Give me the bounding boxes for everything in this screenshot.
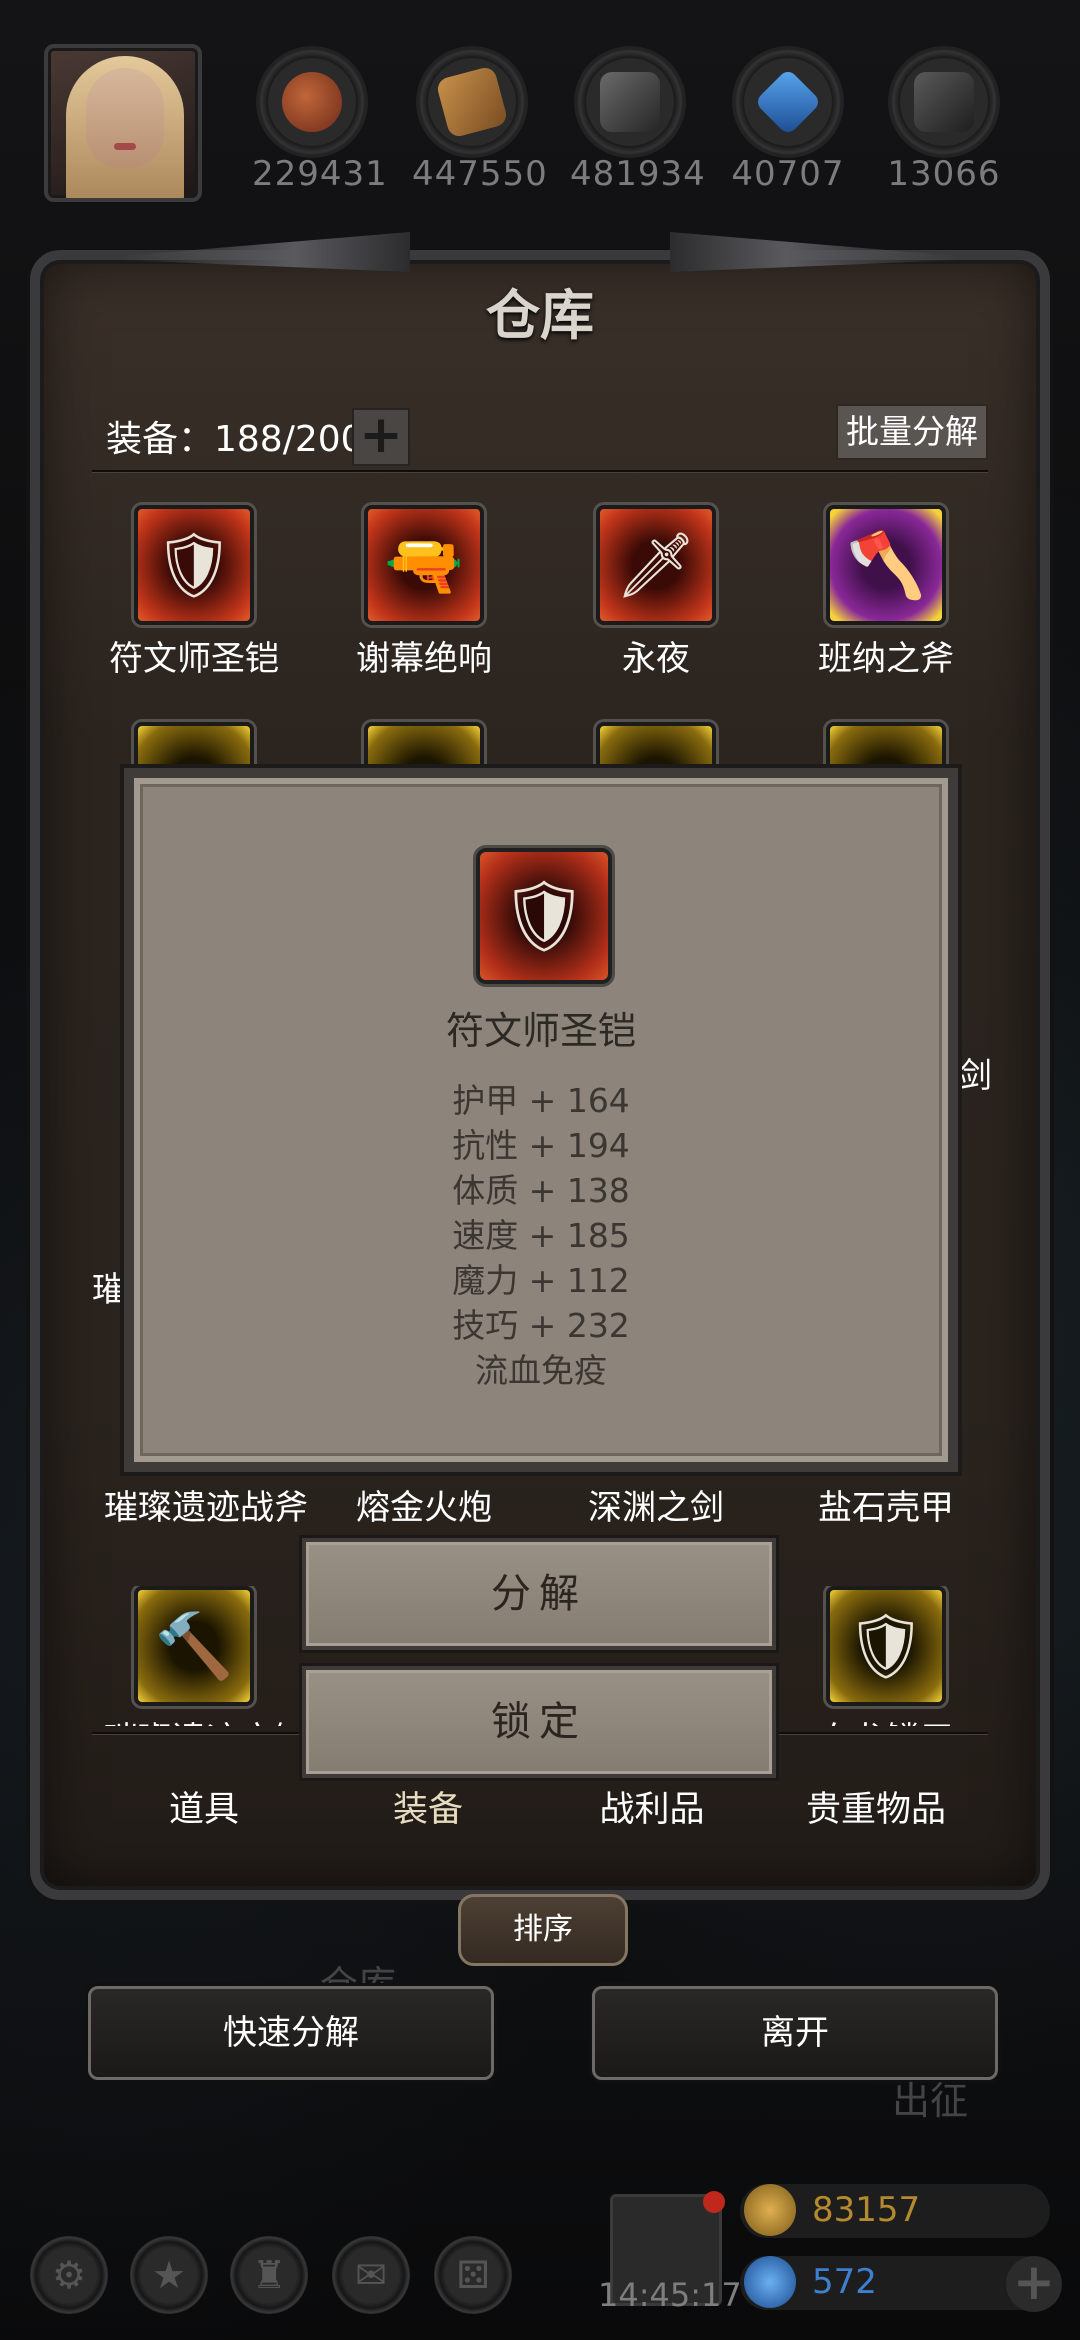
- item-name: 血龙鳞甲: [796, 1712, 976, 1726]
- batch-decompose-button[interactable]: 批量分解: [836, 404, 988, 460]
- item-name: 熔金火炮: [356, 1488, 492, 1528]
- tab-props[interactable]: 道具: [92, 1780, 316, 1840]
- category-tabs: 道具 装备 战利品 贵重物品: [92, 1780, 988, 1840]
- gem-icon: [744, 2256, 796, 2308]
- add-gems-button[interactable]: +: [1006, 2256, 1062, 2312]
- item-slot[interactable]: 盐石壳甲: [796, 1474, 976, 1529]
- gold-amount: 83157: [812, 2190, 921, 2230]
- dagger-icon: 🗡: [615, 528, 697, 603]
- clock: 14:45:17: [598, 2276, 742, 2314]
- resource-steel: 13066: [884, 46, 1004, 194]
- notification-dot: [703, 2191, 725, 2213]
- item-slot[interactable]: 🛡 符文师圣铠: [104, 505, 284, 680]
- item-name: 永夜: [622, 639, 690, 679]
- resource-value: 13066: [887, 154, 1001, 194]
- panel-title: 仓库: [486, 283, 594, 347]
- item-name: 班纳之斧: [818, 639, 954, 679]
- item-frame: 🗡: [596, 505, 716, 625]
- item-frame: 🔫: [364, 505, 484, 625]
- hammer-icon: 🔨: [154, 1609, 234, 1684]
- item-name: 璀璨遗迹战斧: [104, 1488, 308, 1528]
- item-frame: 🔨: [134, 1586, 254, 1706]
- item-frame: 🛡: [826, 1586, 946, 1706]
- scale-armor-icon: 🛡: [845, 1609, 927, 1684]
- item-slot[interactable]: 🗡 永夜: [566, 505, 746, 680]
- steel-icon: [914, 72, 974, 132]
- stat-line: 魔力 + 112: [452, 1261, 630, 1300]
- item-name: 盐石壳甲: [818, 1488, 954, 1528]
- revolver-icon: 🔫: [384, 528, 464, 603]
- armor-icon: 🛡: [153, 528, 235, 603]
- castle-icon[interactable]: ♜: [230, 2236, 308, 2314]
- item-frame: 🛡: [476, 848, 612, 984]
- item-slot[interactable]: 熔金火炮: [334, 1474, 514, 1529]
- resource-value: 40707: [731, 154, 845, 194]
- resource-value: 229431: [252, 154, 388, 194]
- hidden-item-label: 剑: [958, 1056, 992, 1096]
- resource-wood: 447550: [412, 46, 548, 194]
- resource-crystal: 40707: [728, 46, 848, 194]
- gem-amount: 572: [812, 2262, 877, 2302]
- settings-icon[interactable]: ⚙: [30, 2236, 108, 2314]
- background-label: 出征: [892, 2079, 969, 2123]
- axe-icon: 🪓: [846, 528, 926, 603]
- resource-meat: 229431: [252, 46, 388, 194]
- item-frame: 🛡: [134, 505, 254, 625]
- stat-line: 抗性 + 194: [452, 1126, 630, 1165]
- item-name: 璀璨遗迹方锤: [104, 1712, 284, 1726]
- item-slot[interactable]: 🔫 谢幕绝响: [334, 505, 514, 680]
- lock-button[interactable]: 锁定: [302, 1666, 776, 1778]
- stat-line: 技巧 + 232: [452, 1306, 630, 1345]
- tab-equipment[interactable]: 装备: [316, 1780, 540, 1840]
- item-name: 深渊之剑: [588, 1488, 724, 1528]
- star-icon[interactable]: ★: [130, 2236, 208, 2314]
- item-name: 符文师圣铠: [109, 639, 279, 679]
- expand-capacity-button[interactable]: +: [352, 408, 410, 466]
- stat-line: 速度 + 185: [452, 1216, 630, 1255]
- item-slot[interactable]: 🪓 班纳之斧: [796, 505, 976, 680]
- sort-button[interactable]: 排序: [458, 1894, 628, 1966]
- item-slot[interactable]: 🔨 璀璨遗迹方锤: [104, 1586, 284, 1726]
- popup-item-name: 符文师圣铠: [445, 1009, 636, 1053]
- stat-line: 体质 + 138: [452, 1171, 630, 1210]
- item-detail-popup: 🛡 符文师圣铠 护甲 + 164 抗性 + 194 体质 + 138 速度 + …: [124, 768, 958, 1472]
- divider: [92, 470, 988, 472]
- item-slot[interactable]: 深渊之剑: [566, 1474, 746, 1529]
- resource-iron: 481934: [570, 46, 706, 194]
- resource-value: 447550: [412, 154, 548, 194]
- mail-icon[interactable]: ✉: [332, 2236, 410, 2314]
- item-stats: 护甲 + 164 抗性 + 194 体质 + 138 速度 + 185 魔力 +…: [134, 1078, 948, 1393]
- equipment-capacity: 装备：188/200: [106, 419, 364, 460]
- item-slot[interactable]: 璀璨遗迹战斧: [104, 1474, 308, 1529]
- item-frame: 🪓: [826, 505, 946, 625]
- resource-value: 481934: [570, 154, 706, 194]
- iron-icon: [600, 72, 660, 132]
- stat-line: 护甲 + 164: [452, 1081, 630, 1120]
- decompose-button[interactable]: 分解: [302, 1538, 776, 1650]
- armor-icon: 🛡: [499, 874, 589, 957]
- tab-loot[interactable]: 战利品: [540, 1780, 764, 1840]
- leave-button[interactable]: 离开: [592, 1986, 998, 2080]
- crystal-icon: [754, 68, 822, 136]
- stat-line: 流血免疫: [475, 1351, 607, 1390]
- player-avatar[interactable]: [44, 44, 202, 202]
- item-name: 谢幕绝响: [356, 639, 492, 679]
- gold-coin-icon: [744, 2184, 796, 2236]
- wood-icon: [435, 65, 509, 139]
- hidden-item-label: 璀: [92, 1270, 126, 1310]
- item-slot[interactable]: 🛡 血龙鳞甲: [796, 1586, 976, 1726]
- dice-icon[interactable]: ⚄: [434, 2236, 512, 2314]
- tab-valuables[interactable]: 贵重物品: [764, 1780, 988, 1840]
- quick-decompose-button[interactable]: 快速分解: [88, 1986, 494, 2080]
- meat-icon: [282, 72, 342, 132]
